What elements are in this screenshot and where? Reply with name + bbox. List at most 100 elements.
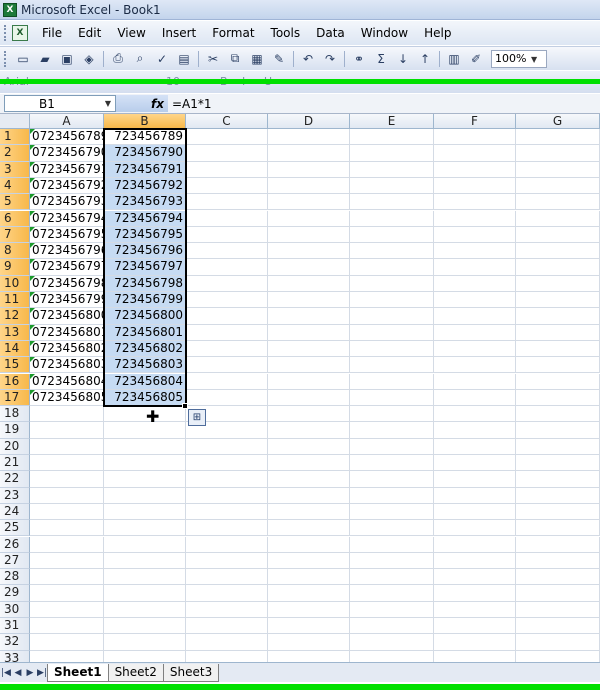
cell-g1[interactable] [516, 129, 600, 146]
cell-b6[interactable]: 723456794 [104, 210, 186, 227]
cell-f18[interactable] [434, 406, 516, 423]
cell-e2[interactable] [350, 145, 434, 162]
column-header-e[interactable]: E [350, 114, 434, 129]
cell-d23[interactable] [268, 487, 350, 504]
error-indicator-icon[interactable] [30, 177, 35, 183]
cell-g22[interactable] [516, 471, 600, 488]
cell-g13[interactable] [516, 324, 600, 341]
hyperlink-icon[interactable]: ⚭ [350, 50, 368, 68]
cell-g26[interactable] [516, 536, 600, 553]
cell-c16[interactable] [186, 373, 268, 390]
cell-g2[interactable] [516, 145, 600, 162]
cell-c5[interactable] [186, 194, 268, 211]
cell-a1[interactable]: 0723456789 [30, 129, 104, 146]
cell-b17[interactable]: 723456805 [104, 389, 186, 407]
menu-tools[interactable]: Tools [263, 21, 309, 45]
cell-e33[interactable] [350, 650, 434, 662]
cell-e15[interactable] [350, 357, 434, 374]
cell-e16[interactable] [350, 373, 434, 390]
cell-a13[interactable]: 0723456801 [30, 324, 104, 341]
cell-c6[interactable] [186, 210, 268, 227]
cell-c26[interactable] [186, 536, 268, 553]
cell-e4[interactable] [350, 177, 434, 195]
cell-b21[interactable] [104, 455, 186, 472]
cell-a24[interactable] [30, 503, 104, 521]
cell-a22[interactable] [30, 471, 104, 488]
sort-descending-icon[interactable]: ↑ [416, 50, 434, 68]
cell-d27[interactable] [268, 552, 350, 570]
row-header[interactable]: 29 [0, 585, 30, 602]
cell-c9[interactable] [186, 259, 268, 276]
cell-a18[interactable] [30, 406, 104, 423]
cell-e14[interactable] [350, 340, 434, 358]
row-header[interactable]: 4 [0, 177, 30, 195]
error-indicator-icon[interactable] [30, 243, 35, 249]
cell-f4[interactable] [434, 177, 516, 195]
column-header-c[interactable]: C [186, 114, 268, 129]
chevron-down-icon[interactable]: ▼ [105, 99, 111, 108]
cell-a29[interactable] [30, 585, 104, 602]
cell-a21[interactable] [30, 455, 104, 472]
row-header[interactable]: 17 [0, 389, 30, 407]
cell-e19[interactable] [350, 422, 434, 439]
cell-g8[interactable] [516, 243, 600, 260]
new-icon[interactable]: ▭ [14, 50, 32, 68]
cell-c2[interactable] [186, 145, 268, 162]
cell-f28[interactable] [434, 569, 516, 586]
cell-a7[interactable]: 0723456795 [30, 226, 104, 244]
insert-function-icon[interactable]: fx [116, 95, 168, 112]
cell-b24[interactable] [104, 503, 186, 521]
row-header[interactable]: 33 [0, 650, 30, 662]
cell-c20[interactable] [186, 438, 268, 455]
row-header[interactable]: 32 [0, 634, 30, 651]
cell-f25[interactable] [434, 520, 516, 537]
cell-e29[interactable] [350, 585, 434, 602]
sort-ascending-icon[interactable]: ↓ [394, 50, 412, 68]
redo-icon[interactable]: ↷ [321, 50, 339, 68]
cell-g20[interactable] [516, 438, 600, 455]
cell-d18[interactable] [268, 406, 350, 423]
error-indicator-icon[interactable] [30, 292, 35, 297]
cell-e32[interactable] [350, 634, 434, 651]
cell-e18[interactable] [350, 406, 434, 423]
cell-f1[interactable] [434, 129, 516, 146]
cell-d25[interactable] [268, 520, 350, 537]
menu-insert[interactable]: Insert [154, 21, 204, 45]
cell-d21[interactable] [268, 455, 350, 472]
cell-d12[interactable] [268, 308, 350, 325]
error-indicator-icon[interactable] [30, 226, 35, 232]
cell-e28[interactable] [350, 569, 434, 586]
cell-e17[interactable] [350, 389, 434, 407]
cell-f21[interactable] [434, 455, 516, 472]
paste-icon[interactable]: ▦ [248, 50, 266, 68]
autofill-options-icon[interactable]: ⊞ [188, 409, 206, 427]
zoom-select[interactable]: 100% ▼ [491, 49, 547, 68]
cell-g14[interactable] [516, 340, 600, 358]
cell-f3[interactable] [434, 161, 516, 178]
menu-format[interactable]: Format [204, 21, 262, 45]
cell-b25[interactable] [104, 520, 186, 537]
cell-c31[interactable] [186, 618, 268, 635]
cell-b3[interactable]: 723456791 [104, 161, 186, 178]
cell-g9[interactable] [516, 259, 600, 276]
print-preview-icon[interactable]: ⌕ [131, 50, 149, 68]
row-header[interactable]: 13 [0, 324, 30, 341]
cell-e8[interactable] [350, 243, 434, 260]
column-header-d[interactable]: D [268, 114, 350, 129]
cell-g25[interactable] [516, 520, 600, 537]
cell-e24[interactable] [350, 503, 434, 521]
formula-input[interactable]: =A1*1 [168, 97, 212, 111]
error-indicator-icon[interactable] [30, 324, 35, 330]
error-indicator-icon[interactable] [30, 161, 35, 167]
cell-f22[interactable] [434, 471, 516, 488]
cell-g33[interactable] [516, 650, 600, 662]
cell-c3[interactable] [186, 161, 268, 178]
error-indicator-icon[interactable] [30, 357, 35, 363]
cell-f32[interactable] [434, 634, 516, 651]
error-indicator-icon[interactable] [30, 194, 35, 200]
row-header[interactable]: 28 [0, 569, 30, 586]
cell-b7[interactable]: 723456795 [104, 226, 186, 244]
cell-d26[interactable] [268, 536, 350, 553]
cell-f30[interactable] [434, 601, 516, 618]
cell-g3[interactable] [516, 161, 600, 178]
